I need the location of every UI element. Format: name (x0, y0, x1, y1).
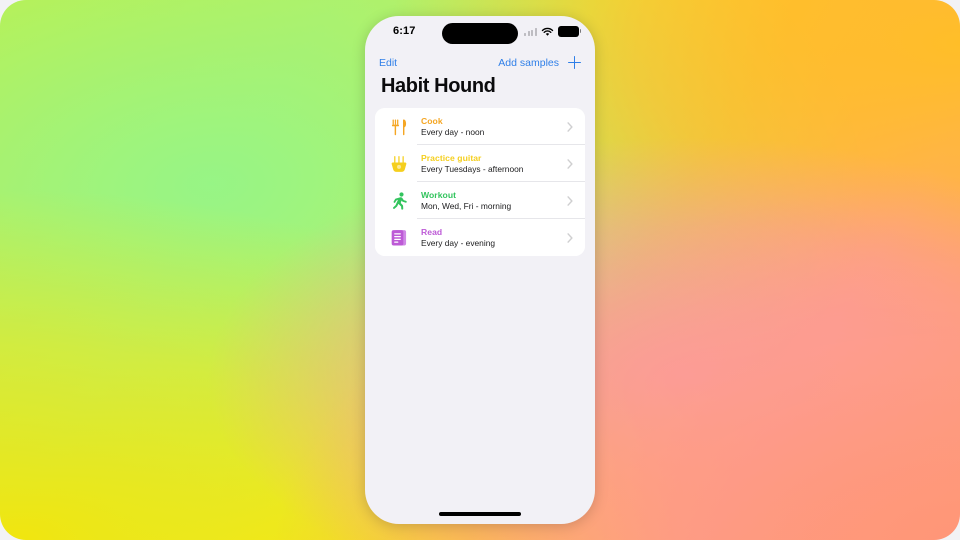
habit-schedule: Every day - evening (421, 238, 496, 248)
list-item[interactable]: Read Every day - evening (375, 219, 585, 256)
wifi-icon (541, 27, 554, 36)
list-item-text: Cook Every day - noon (421, 116, 565, 137)
list-item[interactable]: Workout Mon, Wed, Fri - morning (375, 182, 585, 219)
running-person-icon (386, 188, 412, 214)
home-indicator[interactable] (439, 512, 521, 516)
fork-and-knife-icon (386, 114, 412, 140)
navigation-bar-actions: Add samples (498, 56, 581, 69)
book-icon (386, 225, 412, 251)
battery-icon (558, 26, 582, 37)
guitar-icon (386, 151, 412, 177)
chevron-right-icon (567, 195, 573, 206)
add-samples-button[interactable]: Add samples (498, 57, 559, 69)
habit-name: Read (421, 227, 443, 237)
dynamic-island (442, 23, 518, 44)
habit-list: Cook Every day - noon Practice guitar Ev… (375, 108, 585, 256)
status-bar: 6:17 (365, 16, 595, 50)
habit-name: Workout (421, 190, 457, 200)
signal-bars-icon (523, 28, 537, 36)
habit-name: Cook (421, 116, 443, 126)
phone-device-frame: 6:17 Edit Add samples Habit Hound Cook E… (365, 16, 595, 524)
navigation-bar: Edit Add samples (365, 50, 595, 71)
list-item-text: Read Every day - evening (421, 227, 565, 248)
plus-icon[interactable] (568, 56, 581, 69)
list-item-text: Practice guitar Every Tuesdays - afterno… (421, 153, 565, 174)
status-bar-time: 6:17 (393, 25, 416, 37)
edit-button[interactable]: Edit (379, 57, 397, 69)
list-item-text: Workout Mon, Wed, Fri - morning (421, 190, 565, 211)
habit-name: Practice guitar (421, 153, 482, 163)
page-title: Habit Hound (381, 75, 496, 97)
chevron-right-icon (567, 232, 573, 243)
list-item[interactable]: Practice guitar Every Tuesdays - afterno… (375, 145, 585, 182)
chevron-right-icon (567, 158, 573, 169)
status-bar-indicators (523, 25, 582, 38)
chevron-right-icon (567, 121, 573, 132)
habit-schedule: Every day - noon (421, 127, 485, 137)
habit-schedule: Mon, Wed, Fri - morning (421, 201, 512, 211)
habit-schedule: Every Tuesdays - afternoon (421, 164, 524, 174)
list-item[interactable]: Cook Every day - noon (375, 108, 585, 145)
